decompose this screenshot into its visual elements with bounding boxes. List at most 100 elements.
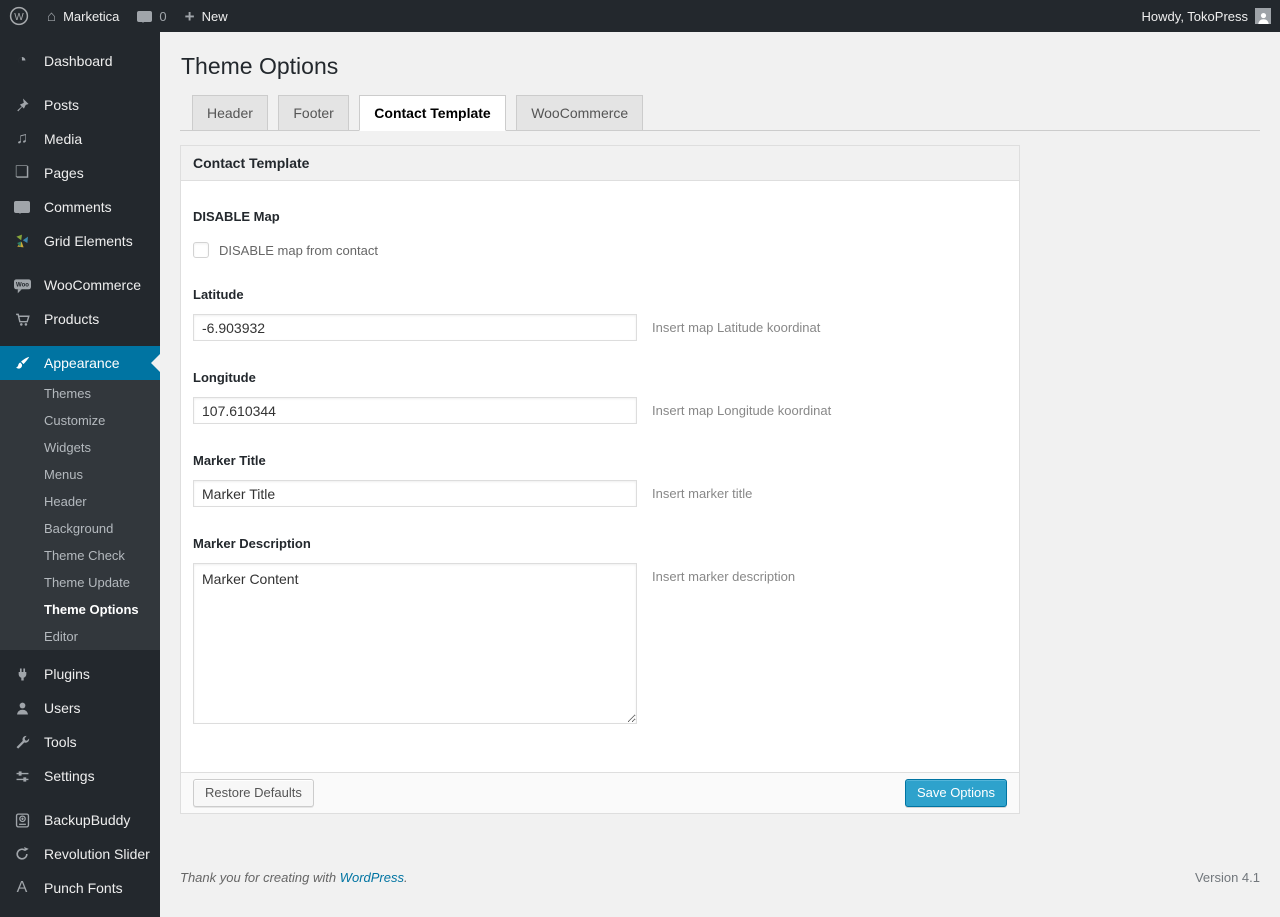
admin-menu: ◔ Dashboard Posts ♫ Media ❏ Pages Commen… [0,44,160,380]
sidebar-item-pages[interactable]: ❏ Pages [0,156,160,190]
new-label: New [201,8,228,24]
longitude-label: Longitude [193,370,256,386]
menu-separator [0,258,160,268]
wordpress-logo-menu[interactable]: W [0,0,38,32]
marker-title-row: Marker Title Insert marker title [193,453,1007,508]
menu-separator [0,650,160,657]
user-icon [10,700,34,717]
svg-text:W: W [14,12,24,23]
wrench-icon [10,734,34,751]
restore-defaults-button[interactable]: Restore Defaults [193,779,314,808]
admin-bar: W ⌂ Marketica 0 + New Howdy, TokoPress [0,0,1280,32]
page-title: Theme Options [181,53,339,79]
save-options-button[interactable]: Save Options [904,779,1007,808]
sidebar-subitem-background[interactable]: Background [0,515,160,542]
sidebar-item-backupbuddy[interactable]: BackupBuddy [0,803,160,837]
sidebar-subitem-theme-check[interactable]: Theme Check [0,542,160,569]
sidebar-item-appearance[interactable]: Appearance [0,346,160,380]
sidebar-item-users[interactable]: Users [0,691,160,725]
sidebar-item-posts[interactable]: Posts [0,88,160,122]
pages-icon: ❏ [14,164,30,181]
sidebar-subitem-widgets[interactable]: Widgets [0,434,160,461]
sidebar: ◔ Dashboard Posts ♫ Media ❏ Pages Commen… [0,32,160,917]
person-icon [1257,12,1269,24]
marker-description-label: Marker Description [193,536,311,552]
sidebar-item-punch-fonts[interactable]: A Punch Fonts [0,871,160,905]
latitude-help: Insert map Latitude koordinat [652,320,821,336]
plus-icon: + [184,6,195,26]
tab-header[interactable]: Header [192,95,268,132]
contact-template-panel: Contact Template DISABLE Map DISABLE map… [180,145,1020,815]
appearance-submenu: Themes Customize Widgets Menus Header Ba… [0,380,160,650]
new-content-menu[interactable]: + New [176,0,237,32]
pushpin-icon [10,97,34,113]
marker-title-input[interactable] [193,480,637,508]
sidebar-item-tools[interactable]: Tools [0,725,160,759]
menu-separator [0,336,160,346]
disable-map-label: DISABLE Map [193,209,280,225]
sidebar-subitem-editor[interactable]: Editor [0,623,160,650]
avatar [1255,8,1271,24]
tab-contact-template[interactable]: Contact Template [359,95,506,132]
sliders-icon [10,768,34,785]
site-name-menu[interactable]: ⌂ Marketica [38,0,128,32]
cart-icon [10,311,34,328]
home-icon: ⌂ [47,7,57,25]
tab-footer[interactable]: Footer [278,95,349,132]
sidebar-subitem-themes[interactable]: Themes [0,380,160,407]
longitude-input[interactable] [193,397,637,425]
dashboard-icon: ◔ [17,52,27,69]
sidebar-subitem-menus[interactable]: Menus [0,461,160,488]
media-icon: ♫ [16,130,28,147]
howdy-label: Howdy, TokoPress [1141,8,1248,24]
sidebar-item-dashboard[interactable]: ◔ Dashboard [0,44,160,78]
footer-version: Version 4.1 [1194,870,1260,886]
menu-separator [0,78,160,88]
sidebar-item-grid-elements[interactable]: Grid Elements [0,224,160,258]
latitude-input[interactable] [193,314,637,342]
comment-bubble-icon [137,10,153,23]
sidebar-item-plugins[interactable]: Plugins [0,657,160,691]
latitude-label: Latitude [193,287,244,303]
paintbrush-icon [10,355,34,372]
sidebar-item-comments[interactable]: Comments [0,190,160,224]
marker-description-row: Marker Description Marker Content Insert… [193,536,1007,725]
sidebar-subitem-customize[interactable]: Customize [0,407,160,434]
tab-bar: Header Footer Contact Template WooCommer… [180,95,1260,132]
account-menu[interactable]: Howdy, TokoPress [1133,0,1280,32]
grid-elements-icon [10,233,34,249]
main-content: Theme Options Header Footer Contact Temp… [160,32,1280,917]
svg-text:Woo: Woo [16,282,29,288]
disable-map-checkbox[interactable] [193,242,209,259]
marker-description-textarea[interactable]: Marker Content [193,563,637,725]
sidebar-subitem-theme-update[interactable]: Theme Update [0,569,160,596]
marker-title-help: Insert marker title [652,486,753,502]
sidebar-item-products[interactable]: Products [0,302,160,336]
footer-thanks: Thank you for creating with WordPress. [180,870,408,886]
sidebar-item-media[interactable]: ♫ Media [0,122,160,156]
admin-bar-left: W ⌂ Marketica 0 + New [0,0,237,32]
woocommerce-icon: Woo [10,277,34,294]
refresh-arrows-icon [10,846,34,862]
admin-menu-lower: Plugins Users Tools Settings BackupBuddy… [0,650,160,905]
sidebar-item-revolution-slider[interactable]: Revolution Slider [0,837,160,871]
panel-header: Contact Template [181,146,1019,182]
disable-map-checkbox-label: DISABLE map from contact [219,242,378,258]
sidebar-item-settings[interactable]: Settings [0,759,160,793]
sidebar-subitem-header[interactable]: Header [0,488,160,515]
panel-footer: Restore Defaults Save Options [181,772,1019,814]
backup-drive-icon [10,812,34,829]
letter-a-icon: A [16,879,28,896]
longitude-row: Longitude Insert map Longitude koordinat [193,370,1007,425]
plug-icon [10,666,34,683]
sidebar-subitem-theme-options[interactable]: Theme Options [0,596,160,623]
tab-woocommerce[interactable]: WooCommerce [516,95,644,132]
marker-description-help: Insert marker description [652,569,796,585]
sidebar-item-woocommerce[interactable]: Woo WooCommerce [0,268,160,302]
wordpress-link[interactable]: WordPress [340,870,404,885]
page-footer: Thank you for creating with WordPress. V… [180,870,1260,885]
longitude-help: Insert map Longitude koordinat [652,403,832,419]
comments-menu[interactable]: 0 [128,0,175,32]
disable-map-checkbox-row[interactable]: DISABLE map from contact [193,242,378,259]
comments-count: 0 [159,8,167,24]
